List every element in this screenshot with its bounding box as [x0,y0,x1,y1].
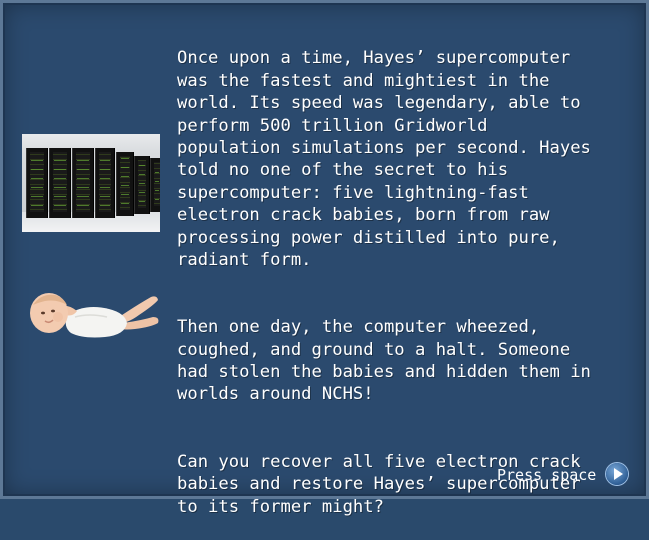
story-paragraph-2: Then one day, the computer wheezed, coug… [177,317,591,405]
story-text: Once upon a time, Hayes’ supercomputer w… [177,25,637,540]
story-paragraph-1: Once upon a time, Hayes’ supercomputer w… [177,48,591,271]
press-space-prompt: Press space [497,466,597,484]
baby-image [30,293,159,338]
supercomputer-image [22,134,160,232]
play-arrow-icon[interactable] [606,463,628,485]
story-panel: Once upon a time, Hayes’ supercomputer w… [0,0,649,517]
